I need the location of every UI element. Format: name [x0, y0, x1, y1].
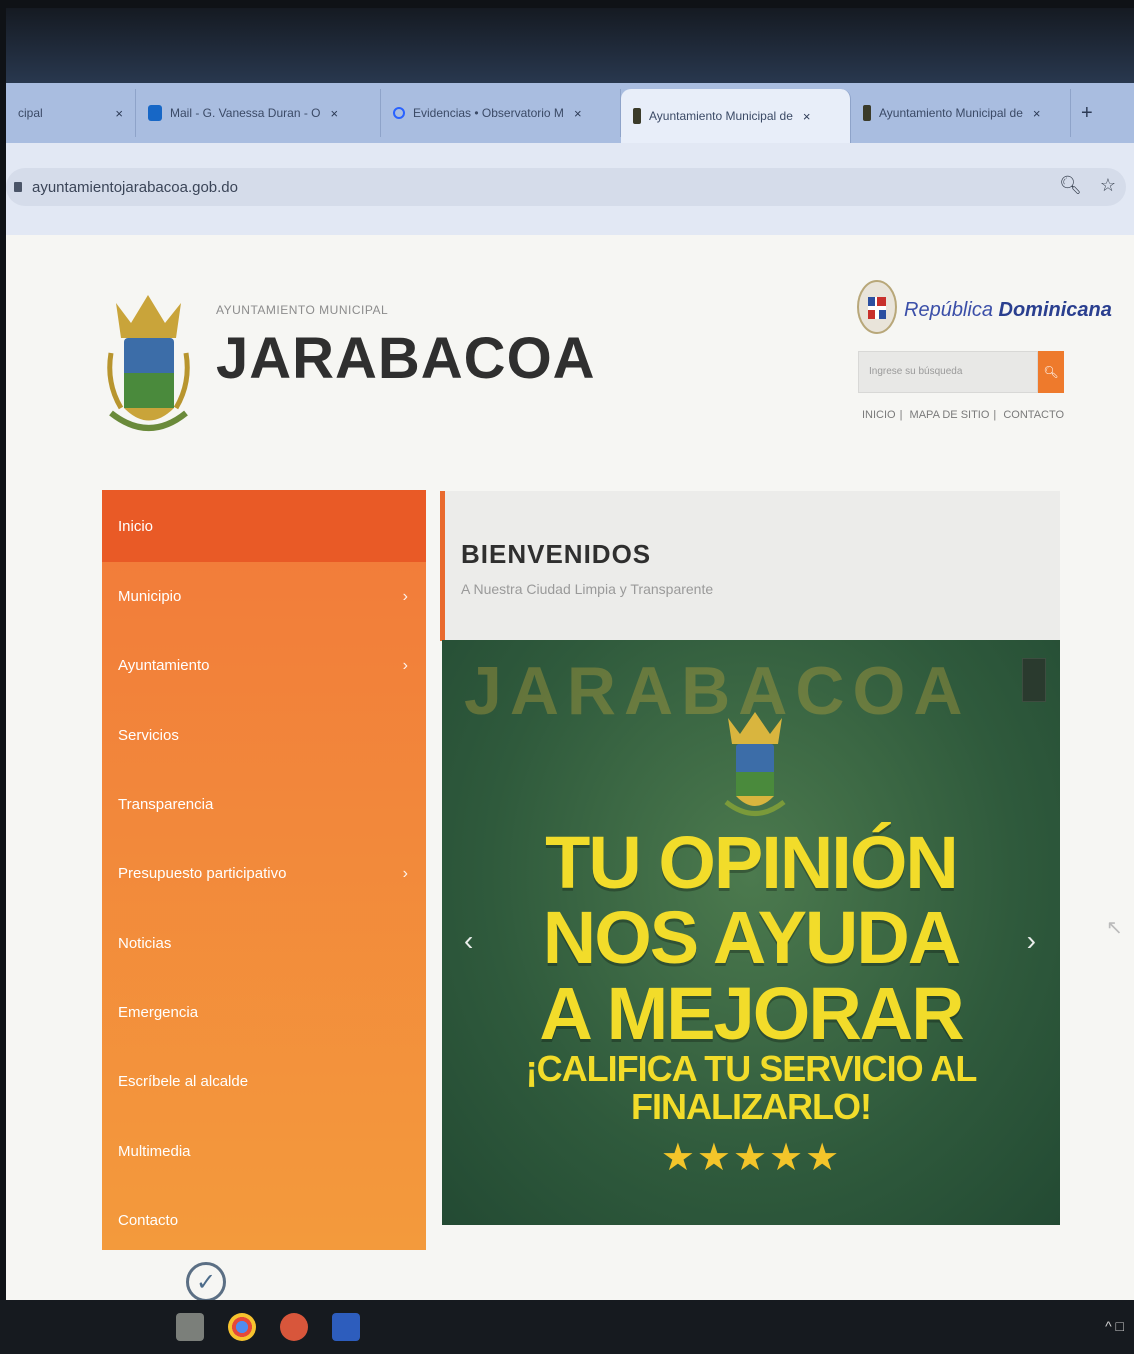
menu-item-municipio[interactable]: Municipio › — [102, 562, 426, 631]
crest-icon — [863, 105, 871, 121]
url-actions: 🔍︎ ☆ — [1059, 175, 1116, 196]
monitor-display: cipal × Mail - G. Vanessa Duran - O × Ev… — [6, 8, 1134, 1308]
mouse-cursor-icon: ↖ — [1106, 917, 1123, 939]
menu-item-label: Escríbele al alcalde — [118, 1073, 249, 1091]
tab-2[interactable]: Evidencias • Observatorio M × — [381, 89, 621, 137]
app-icon[interactable] — [280, 1313, 308, 1341]
site-info-icon[interactable] — [14, 182, 22, 192]
menu-item-ayuntamiento[interactable]: Ayuntamiento › — [102, 631, 426, 700]
top-link-inicio[interactable]: INICIO — [862, 409, 896, 421]
banner-line-1: TU OPINIÓN — [545, 821, 959, 904]
tab-0[interactable]: cipal × — [6, 89, 136, 137]
menu-item-label: Contacto — [118, 1211, 179, 1229]
tab-label: Mail - G. Vanessa Duran - O — [170, 106, 321, 120]
url-field[interactable]: ayuntamientojarabacoa.gob.do — [6, 168, 1126, 206]
menu-item-inicio[interactable]: Inicio — [102, 490, 426, 562]
menu-item-label: Servicios — [118, 726, 179, 744]
menu-item-label: Transparencia — [118, 796, 214, 814]
carousel-next-arrow[interactable]: › — [1027, 925, 1036, 957]
chrome-icon[interactable] — [228, 1313, 256, 1341]
logo-title[interactable]: JARABACOA — [216, 325, 596, 392]
menu-item-escribele-al-alcalde[interactable]: Escríbele al alcalde — [102, 1047, 426, 1116]
checkmark-circle-icon: ✓ — [186, 1262, 226, 1302]
tab-label: Evidencias • Observatorio M — [413, 106, 564, 120]
menu-item-label: Emergencia — [118, 1003, 199, 1021]
republica-dominicana-label: República Dominicana — [904, 299, 1112, 322]
search-icon — [393, 107, 405, 119]
chevron-right-icon: › — [402, 656, 408, 674]
site-search-button[interactable]: 🔍︎ — [1038, 351, 1064, 393]
top-links: INICIO | MAPA DE SITIO | CONTACTO — [862, 409, 1065, 421]
dominican-republic-seal-icon — [857, 280, 897, 334]
tab-label: Ayuntamiento Municipal de — [879, 106, 1023, 120]
menu-item-emergencia[interactable]: Emergencia — [102, 978, 426, 1047]
url-text: ayuntamientojarabacoa.gob.do — [32, 178, 238, 196]
address-bar-area: ayuntamientojarabacoa.gob.do 🔍︎ ☆ — [6, 143, 1134, 235]
close-icon[interactable]: × — [1033, 106, 1041, 121]
jarabacoa-crest-logo[interactable] — [106, 293, 191, 438]
banner-watermark: JARABACOA — [464, 653, 971, 729]
banner-sub-line-1: ¡CALIFICA TU SERVICIO AL — [525, 1048, 978, 1089]
crest-icon — [633, 108, 641, 124]
top-link-mapa-de-sitio[interactable]: MAPA DE SITIO — [910, 409, 990, 421]
close-icon[interactable]: × — [803, 109, 811, 124]
top-link-contacto[interactable]: CONTACTO — [1003, 409, 1064, 421]
close-icon[interactable]: × — [574, 106, 582, 121]
welcome-subtitle: A Nuestra Ciudad Limpia y Transparente — [461, 581, 714, 597]
menu-item-presupuesto-participativo[interactable]: Presupuesto participativo › — [102, 839, 426, 908]
menu-item-multimedia[interactable]: Multimedia — [102, 1116, 426, 1185]
menu-item-noticias[interactable]: Noticias — [102, 908, 426, 977]
menu-item-label: Presupuesto participativo — [118, 865, 287, 883]
welcome-title: BIENVENIDOS — [461, 539, 652, 569]
site-search-input[interactable]: Ingrese su búsqueda — [858, 351, 1038, 393]
close-icon[interactable]: × — [115, 106, 123, 121]
carousel-prev-arrow[interactable]: ‹ — [464, 925, 473, 957]
tab-label: Ayuntamiento Municipal de — [649, 109, 793, 123]
browser-tabbar: cipal × Mail - G. Vanessa Duran - O × Ev… — [6, 8, 1134, 143]
chevron-right-icon: › — [402, 864, 408, 882]
menu-item-label: Multimedia — [118, 1142, 191, 1160]
banner-sub-line-2: FINALIZARLO! — [631, 1085, 872, 1127]
side-menu: Inicio Municipio › Ayuntamiento › Servicio… — [102, 490, 426, 1250]
outlook-icon — [148, 105, 162, 121]
screen: cipal × Mail - G. Vanessa Duran - O × Ev… — [0, 0, 1134, 1354]
tab-label: cipal — [18, 106, 43, 120]
rd-label-a: República — [904, 299, 993, 321]
close-icon[interactable]: × — [331, 106, 339, 121]
banner-line-3: A MEJORAR — [539, 971, 964, 1055]
menu-item-label: Ayuntamiento — [118, 657, 210, 675]
menu-item-label: Inicio — [118, 517, 154, 535]
file-explorer-icon[interactable] — [176, 1313, 204, 1341]
new-tab-button[interactable]: + — [1081, 102, 1093, 125]
tab-strip: cipal × Mail - G. Vanessa Duran - O × Ev… — [6, 83, 1134, 143]
website: AYUNTAMIENTO MUNICIPAL JARABACOA Repúbli… — [6, 235, 1134, 1308]
system-tray[interactable]: ^ □ — [1105, 1318, 1124, 1334]
chevron-right-icon: › — [402, 587, 408, 605]
welcome-box: BIENVENIDOS A Nuestra Ciudad Limpia y Tr… — [440, 491, 1060, 641]
hero-banner-slide[interactable]: JARABACOA TU OPINIÓN NOS AYUDA A MEJORAR… — [442, 640, 1060, 1225]
word-icon[interactable] — [332, 1313, 360, 1341]
menu-item-label: Municipio — [118, 588, 182, 606]
tab-4[interactable]: Ayuntamiento Municipal de × — [851, 89, 1071, 137]
star-rating-icon: ★★★★★ — [660, 1137, 842, 1179]
zoom-icon[interactable]: 🔍︎ — [1059, 175, 1082, 196]
bookmark-star-icon[interactable]: ☆ — [1100, 175, 1116, 196]
tab-1[interactable]: Mail - G. Vanessa Duran - O × — [136, 89, 381, 137]
rd-label-b: Dominicana — [998, 299, 1112, 321]
menu-item-servicios[interactable]: Servicios — [102, 701, 426, 770]
menu-item-contacto[interactable]: Contacto — [102, 1186, 426, 1255]
search-icon: 🔍︎ — [1043, 365, 1059, 379]
carousel-pause-button[interactable] — [1022, 658, 1046, 702]
logo-subtitle: AYUNTAMIENTO MUNICIPAL — [216, 303, 389, 317]
tab-3-active[interactable]: Ayuntamiento Municipal de × — [621, 89, 851, 143]
os-taskbar: ^ □ — [0, 1300, 1134, 1354]
banner-line-2: NOS AYUDA — [542, 896, 962, 980]
banner-subheadline: ¡CALIFICA TU SERVICIO AL FINALIZARLO! — [442, 1050, 1060, 1126]
menu-item-label: Noticias — [118, 934, 172, 952]
banner-headline: TU OPINIÓN NOS AYUDA A MEJORAR — [442, 821, 1060, 1055]
banner-crest-logo — [724, 712, 786, 816]
menu-item-transparencia[interactable]: Transparencia — [102, 770, 426, 839]
